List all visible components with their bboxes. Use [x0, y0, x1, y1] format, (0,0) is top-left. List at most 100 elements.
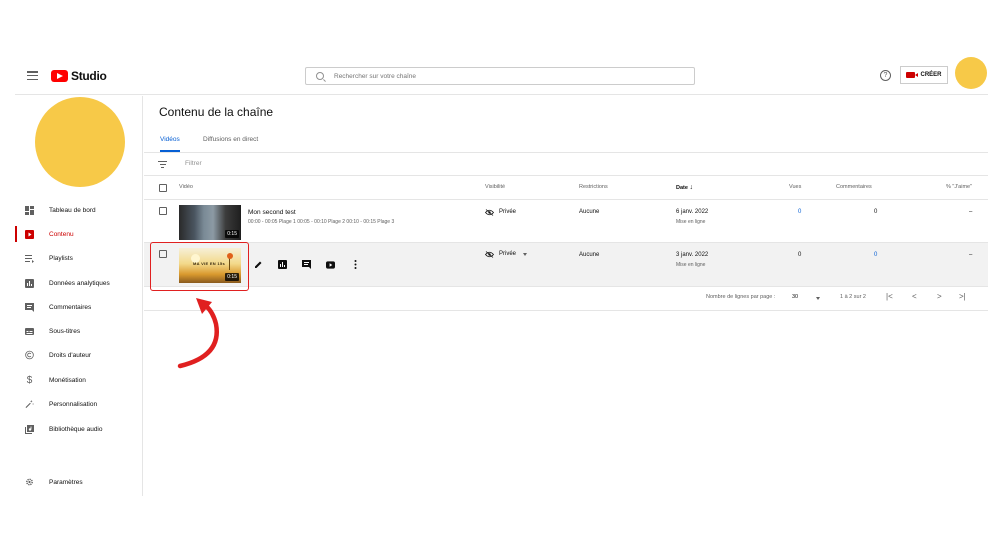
analytics-icon: [25, 278, 34, 288]
column-header-date[interactable]: Date ↓: [676, 184, 693, 191]
sidebar-item-settings[interactable]: Paramètres: [15, 472, 142, 492]
column-header-restrictions[interactable]: Restrictions: [579, 184, 608, 190]
create-button[interactable]: CRÉER: [900, 66, 948, 84]
sidebar-item-label: Contenu: [49, 230, 74, 238]
pagination-range: 1 à 2 sur 2: [840, 294, 866, 300]
column-header-views[interactable]: Vues: [789, 184, 801, 190]
sidebar-item-monetization[interactable]: $ Monétisation: [15, 370, 142, 390]
sidebar-item-label: Tableau de bord: [49, 206, 96, 214]
upload-status: Mise en ligne: [676, 262, 706, 268]
sidebar-item-label: Commentaires: [49, 303, 92, 311]
page-title: Contenu de la chaîne: [159, 105, 274, 119]
sidebar-item-label: Droits d'auteur: [49, 351, 92, 359]
visibility-dropdown[interactable]: Privée: [484, 251, 528, 258]
chevron-down-icon[interactable]: [816, 297, 820, 300]
column-header-likes[interactable]: % "J'aime": [946, 184, 972, 190]
views-value: 0: [798, 252, 802, 258]
filter-input[interactable]: Filtrer: [185, 160, 202, 167]
comments-icon: [25, 302, 34, 312]
eye-off-icon: [484, 251, 495, 258]
views-value[interactable]: 0: [798, 209, 801, 215]
more-options-icon[interactable]: [351, 260, 360, 269]
date-value: 6 janv. 2022: [676, 209, 709, 215]
row-checkbox[interactable]: [159, 207, 167, 215]
chevron-down-icon: [523, 252, 528, 256]
likes-value: –: [969, 252, 973, 258]
table-row[interactable]: [144, 243, 988, 286]
likes-value: –: [969, 209, 973, 215]
visibility-label: Privée: [499, 251, 517, 257]
create-button-label: CRÉER: [920, 72, 942, 78]
sidebar-item-label: Monétisation: [49, 376, 86, 384]
gear-icon: [25, 478, 34, 487]
youtube-logo-icon: [51, 70, 68, 82]
sidebar-item-comments[interactable]: Commentaires: [15, 297, 142, 317]
subtitles-icon: [25, 327, 34, 336]
sidebar-item-dashboard[interactable]: Tableau de bord: [15, 200, 142, 220]
sidebar-item-analytics[interactable]: Données analytiques: [15, 273, 142, 293]
rows-per-page-select[interactable]: 30: [792, 294, 798, 300]
sidebar-item-label: Bibliothèque audio: [49, 425, 103, 433]
account-avatar[interactable]: [955, 57, 987, 89]
audio-library-icon: [25, 424, 34, 434]
last-page-icon[interactable]: >|: [959, 292, 966, 301]
comments-value[interactable]: 0: [874, 252, 877, 258]
youtube-play-icon[interactable]: [326, 260, 335, 269]
video-camera-icon: [906, 72, 919, 78]
restrictions-value: Aucune: [579, 209, 600, 215]
search-input[interactable]: [334, 72, 634, 80]
sidebar-item-label: Personnalisation: [49, 400, 98, 408]
sidebar-item-playlists[interactable]: Playlists: [15, 248, 142, 268]
dashboard-icon: [25, 205, 34, 215]
pagination-divider: [144, 310, 988, 311]
help-icon[interactable]: ?: [880, 70, 891, 81]
previous-page-icon[interactable]: <: [912, 292, 917, 301]
copyright-icon: [25, 350, 34, 360]
content-icon: [25, 229, 34, 239]
row-divider: [144, 286, 988, 287]
next-page-icon[interactable]: >: [937, 292, 942, 301]
column-header-date-label: Date: [676, 185, 688, 191]
channel-avatar[interactable]: [35, 97, 125, 187]
studio-logo[interactable]: Studio: [51, 69, 107, 83]
edit-pencil-icon[interactable]: [254, 260, 263, 269]
visibility-label: Privée: [499, 209, 517, 215]
video-description: 00:00 - 00:05 Plage 1 00:05 - 00:10 Plag…: [248, 219, 395, 225]
header-divider: [144, 199, 988, 200]
sidebar-item-content[interactable]: Contenu: [15, 224, 142, 244]
sidebar-item-copyright[interactable]: Droits d'auteur: [15, 345, 142, 365]
sidebar-item-customization[interactable]: Personnalisation: [15, 394, 142, 414]
video-title[interactable]: Mon second test: [248, 209, 296, 216]
rows-per-page-label: Nombre de lignes par page :: [706, 294, 776, 300]
menu-icon[interactable]: [27, 71, 38, 81]
tab-live[interactable]: Diffusions en direct: [203, 136, 258, 152]
video-duration: 0:15: [225, 230, 239, 238]
column-header-video: Vidéo: [179, 184, 193, 190]
dollar-icon: $: [26, 374, 33, 386]
search-icon: [316, 72, 324, 80]
comments-value: 0: [874, 209, 878, 215]
visibility-status: Privée: [484, 209, 517, 216]
column-header-visibility[interactable]: Visibilité: [485, 184, 505, 190]
search-box[interactable]: [305, 67, 695, 85]
date-value: 3 janv. 2022: [676, 252, 709, 258]
column-header-comments[interactable]: Commentaires: [836, 184, 872, 190]
analytics-icon[interactable]: [278, 260, 287, 269]
top-header: Studio ? CRÉER: [15, 55, 988, 95]
sort-arrow-down-icon: ↓: [689, 184, 693, 191]
filter-icon[interactable]: [158, 161, 167, 170]
highlight-box: [150, 242, 249, 291]
tab-videos[interactable]: Vidéos: [160, 136, 180, 152]
sidebar-item-audio-library[interactable]: Bibliothèque audio: [15, 419, 142, 439]
logo-text: Studio: [71, 69, 107, 83]
sidebar-item-label: Playlists: [49, 254, 73, 262]
sidebar-item-label: Données analytiques: [49, 279, 110, 287]
sidebar-item-subtitles[interactable]: Sous-titres: [15, 321, 142, 341]
comments-icon[interactable]: [302, 260, 311, 269]
select-all-checkbox[interactable]: [159, 184, 167, 192]
video-thumbnail[interactable]: 0:15: [179, 205, 241, 240]
sidebar-item-label: Sous-titres: [49, 327, 81, 335]
filter-bar[interactable]: Filtrer: [144, 153, 988, 176]
restrictions-value: Aucune: [579, 252, 600, 258]
first-page-icon[interactable]: |<: [886, 292, 893, 301]
